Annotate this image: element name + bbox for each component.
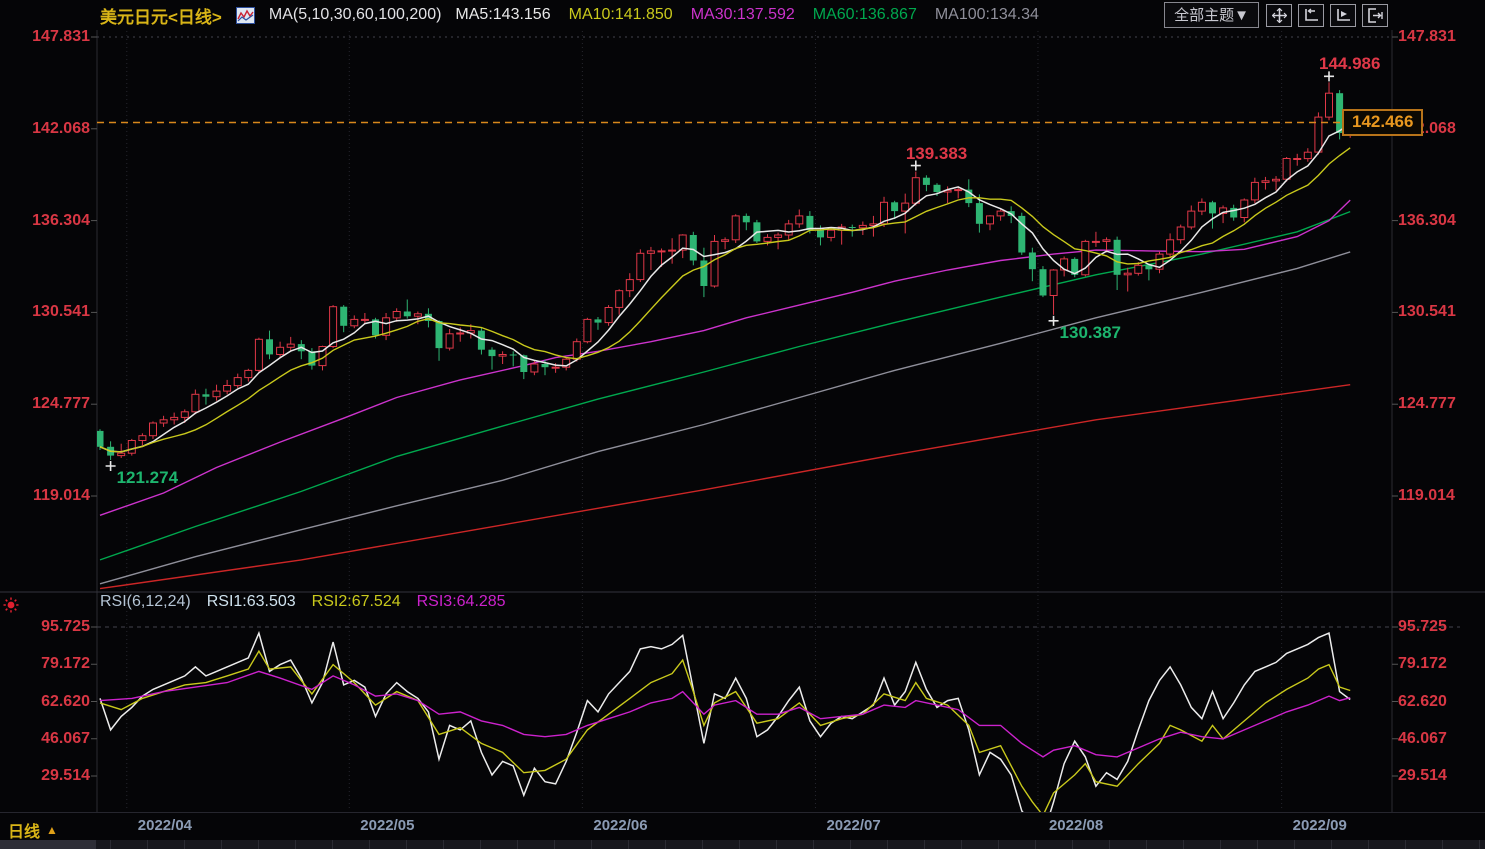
period-selector[interactable]: 日线 ▲ (8, 818, 58, 842)
price-annotation: 139.383 (905, 143, 968, 163)
theme-select-button[interactable]: 全部主题▼ (1164, 2, 1259, 28)
line-chart-icon (235, 6, 255, 24)
price-axis-label-left: 136.304 (32, 211, 90, 229)
ma-legend-item: MA5:143.156 (455, 6, 551, 23)
price-axis-label-right: 147.831 (1398, 28, 1456, 45)
rsi-axis-label-right: 62.620 (1398, 692, 1447, 710)
header-controls: 全部主题▼ (1164, 2, 1485, 28)
price-axis-label-right: 136.304 (1398, 211, 1456, 229)
date-label: 2022/07 (826, 817, 881, 834)
date-label: 2022/04 (137, 817, 193, 834)
rsi-axis-label-right: 29.514 (1398, 767, 1447, 784)
price-axis-label-right: 119.014 (1398, 486, 1455, 504)
axis-pan-left-icon[interactable] (1298, 3, 1324, 27)
symbol-title: 美元日元<日线> (100, 7, 222, 27)
period-arrow-icon: ▲ (46, 823, 58, 837)
move-icon[interactable] (1266, 3, 1292, 27)
rsi-axis-label-left: 29.514 (41, 767, 90, 784)
period-label: 日线 (8, 824, 41, 841)
rsi-axis-label-right: 79.172 (1398, 655, 1447, 673)
trading-terminal: 美元日元<日线> MA(5,10,30,60,100,200) MA5:143.… (0, 0, 1485, 849)
rsi-legend-item: RSI3:64.285 (416, 593, 506, 610)
chart-canvas[interactable] (0, 0, 1485, 849)
exit-chart-icon[interactable] (1362, 3, 1388, 27)
rsi-legend: RSI1:63.503 RSI2:67.524 RSI3:64.285 (207, 593, 506, 611)
last-price-badge: 142.466 (1342, 109, 1424, 137)
rsi-axis-label-left: 79.172 (41, 655, 90, 673)
price-annotation: 144.986 (1319, 54, 1381, 74)
chart-toolbar (1266, 3, 1388, 27)
price-annotation: 130.387 (1059, 322, 1121, 342)
price-axis-label-right: 130.541 (1398, 303, 1456, 321)
date-label: 2022/06 (593, 817, 648, 834)
rsi-axis-label-right: 46.067 (1398, 729, 1447, 747)
ma-legend: MA5:143.156 MA10:141.850 MA30:137.592 MA60:… (455, 6, 1039, 24)
price-axis-label-left: 130.541 (32, 303, 90, 321)
ma-legend-item: MA60:136.867 (812, 6, 917, 23)
rsi-settings-label: RSI(6,12,24) (100, 593, 191, 610)
ma-settings-label: MA(5,10,30,60,100,200) (268, 6, 442, 23)
date-label: 2022/05 (360, 817, 415, 834)
price-axis-label-left: 119.014 (33, 486, 90, 504)
rsi-axis-label-left: 95.725 (41, 618, 90, 635)
price-annotation: 121.274 (116, 467, 179, 487)
chart-scrollbar[interactable] (0, 840, 1485, 849)
rsi-axis-label-left: 46.067 (41, 729, 90, 747)
date-label: 2022/08 (1048, 817, 1104, 834)
price-axis-label-left: 147.831 (32, 28, 90, 45)
axis-pan-right-icon[interactable] (1330, 3, 1356, 27)
ma-legend-item: MA10:141.850 (568, 6, 673, 23)
price-axis-label-right: 124.777 (1398, 395, 1456, 413)
price-axis-label-left: 142.068 (32, 119, 90, 137)
rsi-axis-label-right: 95.725 (1398, 618, 1447, 635)
chart-header: 美元日元<日线> MA(5,10,30,60,100,200) MA5:143.… (0, 0, 1485, 30)
ma-legend-item: MA100:134.34 (934, 6, 1039, 23)
rsi-legend-item: RSI2:67.524 (311, 593, 401, 610)
rsi-axis-label-left: 62.620 (41, 692, 90, 710)
scrollbar-thumb[interactable] (0, 840, 96, 849)
rsi-legend-item: RSI1:63.503 (206, 593, 296, 610)
indicator-marker-icon[interactable] (2, 596, 20, 619)
date-label: 2022/09 (1292, 817, 1347, 834)
rsi-header: RSI(6,12,24) RSI1:63.503 RSI2:67.524 RSI3:… (100, 593, 506, 611)
price-axis-label-left: 124.777 (32, 395, 90, 413)
ma-legend-item: MA30:137.592 (690, 6, 795, 23)
date-axis-bar (0, 812, 1485, 841)
